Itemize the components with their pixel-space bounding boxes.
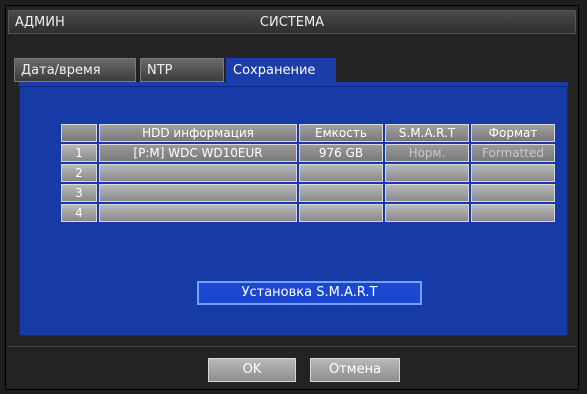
- hdd-table: HDD информация Емкость S.M.A.R.T Формат …: [59, 122, 557, 224]
- format-cell: [471, 204, 555, 222]
- title-bar: АДМИН СИСТЕМА: [8, 10, 576, 34]
- tab-ntp[interactable]: NTP: [140, 58, 224, 82]
- table-header-smart: S.M.A.R.T: [385, 124, 469, 142]
- format-cell: Formatted: [471, 144, 555, 162]
- window-title: СИСТЕМА: [259, 15, 325, 30]
- capacity-cell: 976 GB: [299, 144, 383, 162]
- table-row[interactable]: 3: [61, 184, 555, 202]
- smart-cell: Норм.: [385, 144, 469, 162]
- ok-button[interactable]: OK: [208, 358, 296, 382]
- table-header-capacity: Емкость: [299, 124, 383, 142]
- capacity-cell: [299, 164, 383, 182]
- table-header-hdd: HDD информация: [99, 124, 297, 142]
- table-header-index: [61, 124, 97, 142]
- footer-divider: [9, 346, 576, 347]
- table-row[interactable]: 2: [61, 164, 555, 182]
- format-cell: [471, 184, 555, 202]
- row-index: 3: [61, 184, 97, 202]
- row-index: 4: [61, 204, 97, 222]
- smart-cell: [385, 184, 469, 202]
- table-row[interactable]: 1 [P:M] WDC WD10EUR 976 GB Норм. Formatt…: [61, 144, 555, 162]
- tab-storage[interactable]: Сохранение: [226, 58, 336, 82]
- table-header-row: HDD информация Емкость S.M.A.R.T Формат: [61, 124, 555, 142]
- capacity-cell: [299, 204, 383, 222]
- tab-date-time[interactable]: Дата/время: [14, 58, 136, 82]
- smart-cell: [385, 204, 469, 222]
- smart-setup-button[interactable]: Установка S.M.A.R.T: [197, 281, 422, 305]
- format-cell: [471, 164, 555, 182]
- hdd-info-cell: [99, 164, 297, 182]
- row-index: 1: [61, 144, 97, 162]
- hdd-info-cell: [99, 184, 297, 202]
- table-header-format: Формат: [471, 124, 555, 142]
- cancel-button[interactable]: Отмена: [310, 358, 400, 382]
- hdd-info-cell: [99, 204, 297, 222]
- smart-cell: [385, 164, 469, 182]
- row-index: 2: [61, 164, 97, 182]
- table-row[interactable]: 4: [61, 204, 555, 222]
- hdd-info-cell: [P:M] WDC WD10EUR: [99, 144, 297, 162]
- capacity-cell: [299, 184, 383, 202]
